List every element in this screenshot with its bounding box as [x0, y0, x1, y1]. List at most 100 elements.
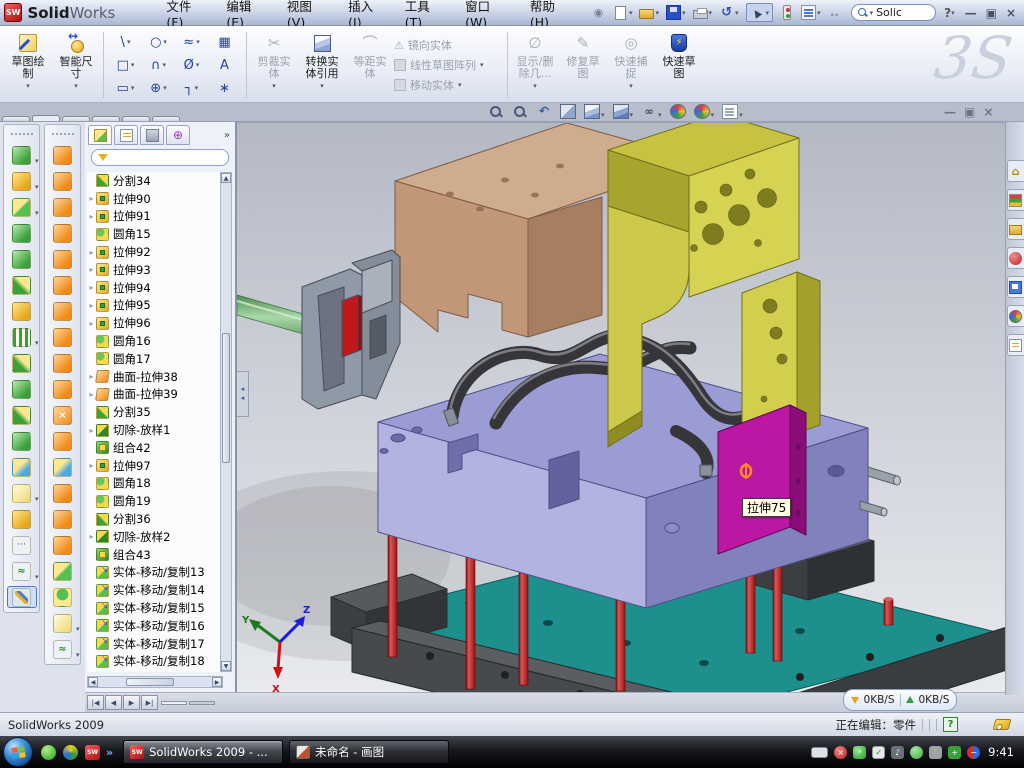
new-document-icon[interactable] [613, 6, 633, 20]
close-button[interactable]: × [1006, 6, 1016, 20]
tree-item[interactable]: 圆角18 [87, 475, 223, 493]
fillet-icon[interactable] [7, 196, 37, 218]
move-body-icon[interactable] [7, 378, 37, 400]
doc-minimize-button[interactable]: — [944, 105, 956, 119]
save-icon[interactable] [666, 5, 686, 20]
zoom-fit-icon[interactable] [512, 104, 528, 119]
tab-dimxpert-manager[interactable] [166, 125, 190, 145]
tag-icon[interactable] [993, 719, 1012, 730]
view-orientation-icon[interactable] [584, 104, 605, 119]
expand-arrow-icon[interactable] [87, 265, 96, 274]
tree-item[interactable]: 圆角15 [87, 225, 223, 243]
taskbar-clock[interactable]: 9:41 [988, 745, 1014, 759]
surface-reference-geometry-icon[interactable] [48, 612, 78, 634]
tree-item[interactable]: 分割36 [87, 510, 223, 528]
tree-item[interactable]: 拉伸96 [87, 314, 223, 332]
boundary-surface-icon[interactable] [48, 248, 78, 270]
circle-icon[interactable]: ○ [142, 31, 175, 54]
design-library-icon[interactable] [1007, 189, 1024, 211]
ribbon-tab[interactable] [92, 116, 120, 121]
minimize-button[interactable]: — [965, 6, 977, 20]
rapid-sketch-button[interactable]: ⚡ 快速草图 [655, 28, 703, 102]
tree-item[interactable]: 组合43 [87, 546, 223, 564]
status-help-button[interactable]: ? [943, 717, 958, 732]
expand-arrow-icon[interactable] [87, 426, 96, 435]
scroll-down-icon[interactable]: ▼ [221, 661, 231, 671]
quick-snaps-button[interactable]: ◎ 快速捕捉 [607, 28, 655, 102]
tree-item[interactable]: 组合42 [87, 439, 223, 457]
revolved-surface-icon[interactable] [48, 170, 78, 192]
rib-icon[interactable] [7, 222, 37, 244]
convert-entities-button[interactable]: 转换实体引用 [298, 28, 346, 102]
extruded-surface-icon[interactable] [48, 144, 78, 166]
dome-icon[interactable] [48, 586, 78, 608]
tree-item[interactable]: 实体-移动/复制18 [87, 653, 223, 671]
annotations-icon[interactable] [722, 104, 743, 119]
ellipse-icon[interactable]: Ø [175, 54, 208, 77]
combine-icon[interactable] [7, 352, 37, 374]
tab-feature-manager[interactable] [88, 125, 112, 145]
tree-item[interactable]: 拉伸91 [87, 208, 223, 226]
move-entities-button[interactable]: 移动实体 [394, 77, 504, 93]
network-warning-icon[interactable] [929, 746, 942, 759]
document-tab[interactable] [189, 701, 215, 705]
tree-item[interactable]: 圆角19 [87, 492, 223, 510]
sketch-button[interactable]: 草图绘制 [4, 28, 52, 102]
options-icon[interactable] [801, 5, 821, 20]
sketch-fillet-icon[interactable]: ┐ [175, 77, 208, 100]
polygon-icon[interactable]: ⊕ [142, 77, 175, 100]
spline-icon[interactable]: ≈ [175, 31, 208, 54]
ruled-surface-icon[interactable] [48, 378, 78, 400]
linear-sketch-pattern-button[interactable]: 线性草图阵列 [394, 57, 504, 73]
expand-arrow-icon[interactable] [87, 212, 96, 221]
tree-item[interactable]: 实体-移动/复制13 [87, 564, 223, 582]
scroll-up-icon[interactable]: ▲ [221, 173, 231, 183]
doc-restore-button[interactable]: ▣ [964, 105, 975, 119]
boss-extrude-icon[interactable] [7, 144, 37, 166]
keyboard-icon[interactable] [811, 747, 828, 758]
thicken-icon[interactable] [48, 560, 78, 582]
print-icon[interactable] [693, 6, 713, 19]
filled-surface-icon[interactable] [48, 274, 78, 296]
planar-surface-icon[interactable] [48, 300, 78, 322]
section-view-icon[interactable] [560, 104, 576, 119]
expand-arrow-icon[interactable] [87, 248, 96, 257]
tab-configuration-manager[interactable] [140, 125, 164, 145]
search-input[interactable]: Solic [876, 6, 902, 19]
view-palette-icon[interactable] [1007, 276, 1024, 298]
trim-entities-button[interactable]: ✂ 剪裁实体 [250, 28, 298, 102]
slot-icon[interactable]: ▭ [109, 77, 142, 100]
tree-item[interactable]: 拉伸95 [87, 297, 223, 315]
file-explorer-icon[interactable] [1007, 218, 1024, 240]
plane-icon[interactable] [7, 508, 37, 530]
instant3d-icon[interactable] [7, 586, 37, 608]
antivirus-icon[interactable] [834, 746, 847, 759]
key-icon[interactable] [872, 746, 885, 759]
sync-icon[interactable] [967, 746, 980, 759]
zoom-area-icon[interactable] [488, 104, 504, 119]
taskbar-button-paint[interactable]: 未命名 - 画图 [289, 740, 449, 764]
scroll-right-icon[interactable]: ▶ [212, 677, 222, 687]
display-style-icon[interactable] [613, 104, 634, 119]
smart-dimension-button[interactable]: 智能尺寸 [52, 28, 100, 102]
extend-surface-icon[interactable] [48, 482, 78, 504]
wrap-icon[interactable] [7, 300, 37, 322]
3d-model[interactable]: Y Z X [237, 123, 1024, 696]
document-tab[interactable] [161, 701, 187, 705]
shell-icon[interactable] [7, 248, 37, 270]
restore-button[interactable]: ▣ [986, 6, 997, 20]
mirror-entities-button[interactable]: ⚠镜向实体 [394, 37, 504, 53]
point-icon[interactable]: ∗ [208, 77, 241, 100]
browser-icon[interactable] [63, 745, 78, 760]
security-icon[interactable] [853, 746, 866, 759]
doc-close-button[interactable]: × [983, 105, 993, 119]
linear-pattern-icon[interactable] [7, 326, 37, 348]
helix-icon[interactable] [7, 560, 37, 582]
trim-surface-icon[interactable] [48, 456, 78, 478]
delete-face-icon[interactable] [48, 404, 78, 426]
tree-item[interactable]: 分割34 [87, 172, 223, 190]
appearances-icon[interactable] [1007, 305, 1024, 327]
search-box[interactable]: Solic [851, 4, 937, 21]
tree-item[interactable]: 圆角17 [87, 350, 223, 368]
tree-item[interactable]: 实体-移动/复制17 [87, 635, 223, 653]
